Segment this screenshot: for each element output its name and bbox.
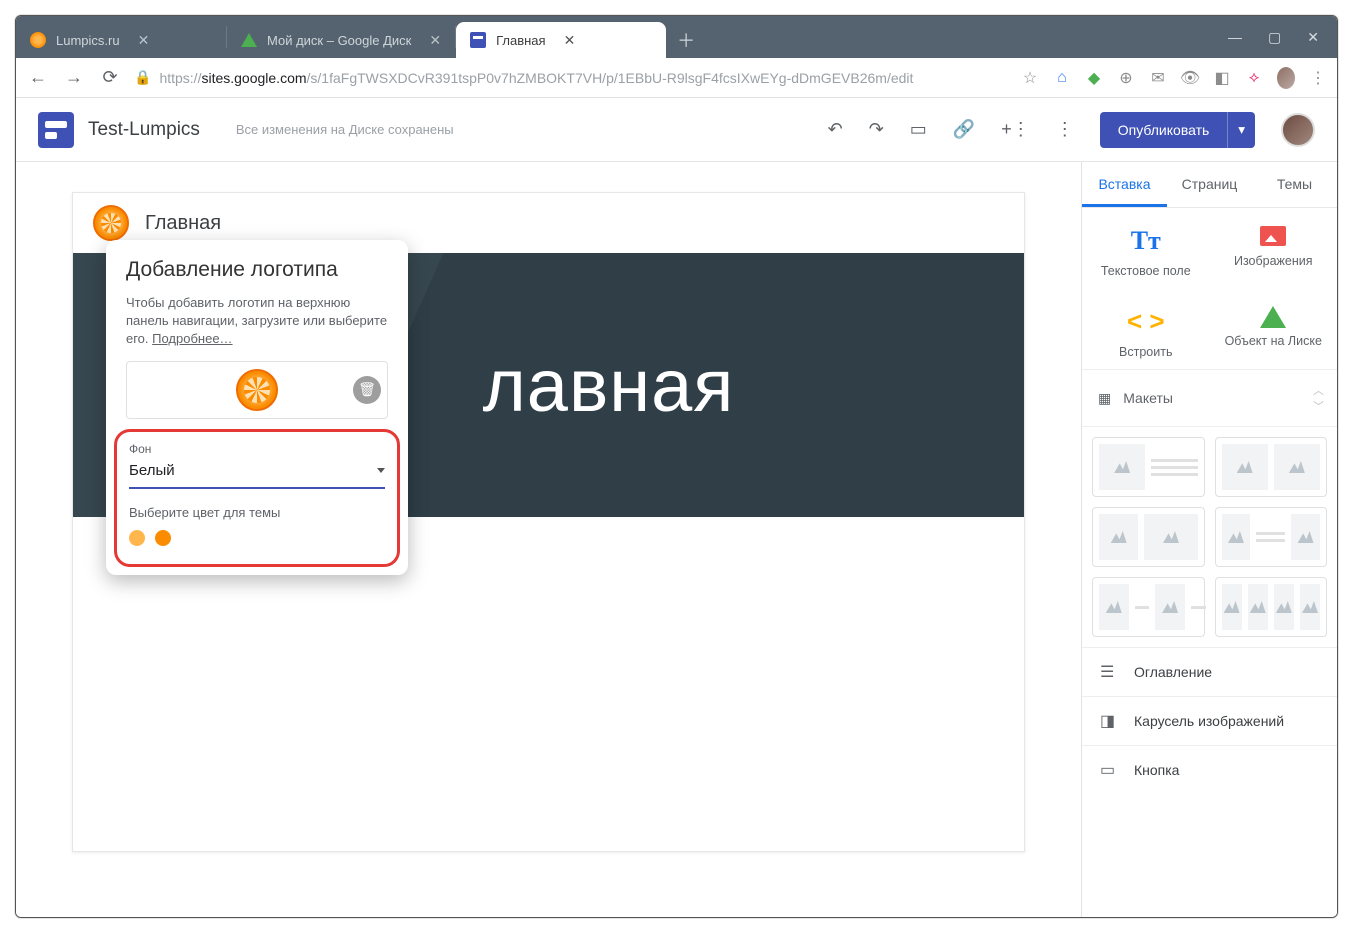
text-icon: Tᴛ bbox=[1088, 226, 1204, 256]
background-label: Фон bbox=[129, 442, 385, 456]
new-tab-button[interactable]: ＋ bbox=[672, 22, 700, 58]
insert-embed[interactable]: < > Встроить bbox=[1082, 288, 1210, 369]
collapse-icon[interactable]: ︿﹀ bbox=[1313, 382, 1321, 414]
highlighted-section: Фон Белый Выберите цвет для темы bbox=[114, 429, 400, 567]
toc-icon: ☰ bbox=[1100, 662, 1118, 682]
favicon-orange-icon bbox=[30, 32, 46, 48]
browser-tab-sites[interactable]: Главная ✕ bbox=[456, 22, 666, 58]
tab-label: Lumpics.ru bbox=[56, 33, 120, 48]
insert-text-box[interactable]: Tᴛ Текстовое поле bbox=[1082, 208, 1210, 288]
window-minimize-icon[interactable]: — bbox=[1228, 29, 1242, 45]
back-button[interactable]: ← bbox=[26, 67, 50, 88]
ext-mail-icon[interactable]: ✉ bbox=[1149, 69, 1167, 87]
undo-button[interactable]: ↶ bbox=[828, 119, 843, 140]
sidebar-item-button[interactable]: ▭ Кнопка bbox=[1082, 745, 1337, 794]
link-button[interactable]: 🔗 bbox=[953, 119, 975, 140]
favicon-drive-icon bbox=[241, 33, 257, 47]
tab-insert[interactable]: Вставка bbox=[1082, 162, 1167, 207]
delete-logo-button[interactable]: 🗑 bbox=[353, 376, 381, 404]
right-sidebar: Вставка Страниц Темы Tᴛ Текстовое поле И… bbox=[1081, 162, 1337, 917]
insert-drive[interactable]: Объект на Лиске bbox=[1210, 288, 1338, 369]
uploaded-logo-icon bbox=[236, 369, 278, 411]
tab-pages[interactable]: Страниц bbox=[1167, 162, 1252, 207]
save-status: Все изменения на Диске сохранены bbox=[236, 122, 454, 137]
preview-button[interactable]: ▭ bbox=[910, 119, 927, 140]
more-button[interactable]: ⋮ bbox=[1056, 119, 1074, 140]
ext-eye-icon[interactable]: 👁 bbox=[1181, 69, 1199, 87]
url-field[interactable]: 🔒 https://sites.google.com/s/1faFgTWSXDC… bbox=[134, 69, 1009, 86]
site-nav-title[interactable]: Главная bbox=[145, 212, 221, 235]
hero-title[interactable]: лавная bbox=[483, 343, 735, 428]
profile-avatar-icon[interactable] bbox=[1277, 69, 1295, 87]
carousel-icon: ◨ bbox=[1100, 711, 1118, 731]
ext-shield-icon[interactable]: ◆ bbox=[1085, 69, 1103, 87]
ext-spark-icon[interactable]: ⟡ bbox=[1245, 69, 1263, 87]
window-maximize-icon[interactable]: ▢ bbox=[1268, 29, 1281, 46]
tab-label: Мой диск – Google Диск bbox=[267, 33, 411, 48]
layout-option-5[interactable] bbox=[1092, 577, 1205, 637]
browser-tabbar: Lumpics.ru ✕ Мой диск – Google Диск ✕ Гл… bbox=[16, 16, 1337, 58]
tab-themes[interactable]: Темы bbox=[1252, 162, 1337, 207]
redo-button[interactable]: ↷ bbox=[869, 119, 884, 140]
document-title[interactable]: Test-Lumpics bbox=[88, 119, 200, 141]
browser-menu-icon[interactable]: ⋮ bbox=[1309, 69, 1327, 87]
close-icon[interactable]: ✕ bbox=[429, 32, 441, 49]
share-button[interactable]: +⋮ bbox=[1001, 119, 1030, 140]
dialog-title: Добавление логотипа bbox=[126, 258, 388, 282]
layout-option-2[interactable] bbox=[1215, 437, 1328, 497]
background-value: Белый bbox=[129, 462, 175, 479]
app-header: Test-Lumpics Все изменения на Диске сохр… bbox=[16, 98, 1337, 162]
ext-home-icon[interactable]: ⌂ bbox=[1053, 69, 1071, 87]
button-icon: ▭ bbox=[1100, 760, 1118, 780]
insert-image[interactable]: Изображения bbox=[1210, 208, 1338, 288]
logo-preview-slot[interactable]: 🗑 bbox=[126, 361, 388, 419]
lock-icon: 🔒 bbox=[134, 69, 151, 86]
browser-tab-drive[interactable]: Мой диск – Google Диск ✕ bbox=[227, 22, 455, 58]
add-logo-dialog: Добавление логотипа Чтобы добавить логот… bbox=[106, 240, 408, 575]
layouts-header: ▦Макеты ︿﹀ bbox=[1082, 369, 1337, 427]
url-protocol: https:// bbox=[159, 70, 201, 86]
layout-option-3[interactable] bbox=[1092, 507, 1205, 567]
site-logo-icon[interactable] bbox=[93, 205, 129, 241]
dialog-description: Чтобы добавить логотип на верхнюю панель… bbox=[126, 294, 388, 349]
forward-button[interactable]: → bbox=[62, 67, 86, 88]
ext-puzzle-icon[interactable]: ◧ bbox=[1213, 69, 1231, 87]
sites-logo-icon[interactable] bbox=[38, 112, 74, 148]
layout-icon: ▦ bbox=[1098, 390, 1111, 407]
learn-more-link[interactable]: Подробнее… bbox=[152, 331, 232, 346]
reload-button[interactable]: ⟳ bbox=[98, 67, 122, 88]
color-swatch-light-orange[interactable] bbox=[129, 530, 145, 546]
ext-globe-icon[interactable]: ⊕ bbox=[1117, 69, 1135, 87]
close-icon[interactable]: ✕ bbox=[138, 32, 150, 49]
publish-dropdown[interactable]: ▾ bbox=[1227, 112, 1255, 148]
address-bar: ← → ⟳ 🔒 https://sites.google.com/s/1faFg… bbox=[16, 58, 1337, 98]
layout-option-6[interactable] bbox=[1215, 577, 1328, 637]
window-close-icon[interactable]: ✕ bbox=[1307, 29, 1319, 46]
star-icon[interactable]: ☆ bbox=[1021, 69, 1039, 87]
account-avatar[interactable] bbox=[1281, 113, 1315, 147]
tab-label: Главная bbox=[496, 33, 545, 48]
close-icon[interactable]: ✕ bbox=[564, 32, 576, 49]
browser-tab-lumpics[interactable]: Lumpics.ru ✕ bbox=[16, 22, 226, 58]
chevron-down-icon bbox=[377, 468, 385, 473]
favicon-sites-icon bbox=[470, 32, 486, 48]
layout-option-4[interactable] bbox=[1215, 507, 1328, 567]
publish-button[interactable]: Опубликовать bbox=[1100, 112, 1228, 148]
sidebar-item-carousel[interactable]: ◨ Карусель изображений bbox=[1082, 696, 1337, 745]
url-host: sites.google.com bbox=[201, 70, 306, 86]
color-swatch-orange[interactable] bbox=[155, 530, 171, 546]
image-icon bbox=[1260, 226, 1286, 246]
url-path: /s/1faFgTWSXDCvR391tspP0v7hZMBOKT7VH/p/1… bbox=[307, 70, 914, 86]
theme-color-label: Выберите цвет для темы bbox=[129, 505, 385, 520]
sidebar-item-toc[interactable]: ☰ Оглавление bbox=[1082, 647, 1337, 696]
drive-icon bbox=[1260, 306, 1286, 328]
layout-option-1[interactable] bbox=[1092, 437, 1205, 497]
background-select[interactable]: Белый bbox=[129, 456, 385, 489]
embed-icon: < > bbox=[1088, 306, 1204, 337]
